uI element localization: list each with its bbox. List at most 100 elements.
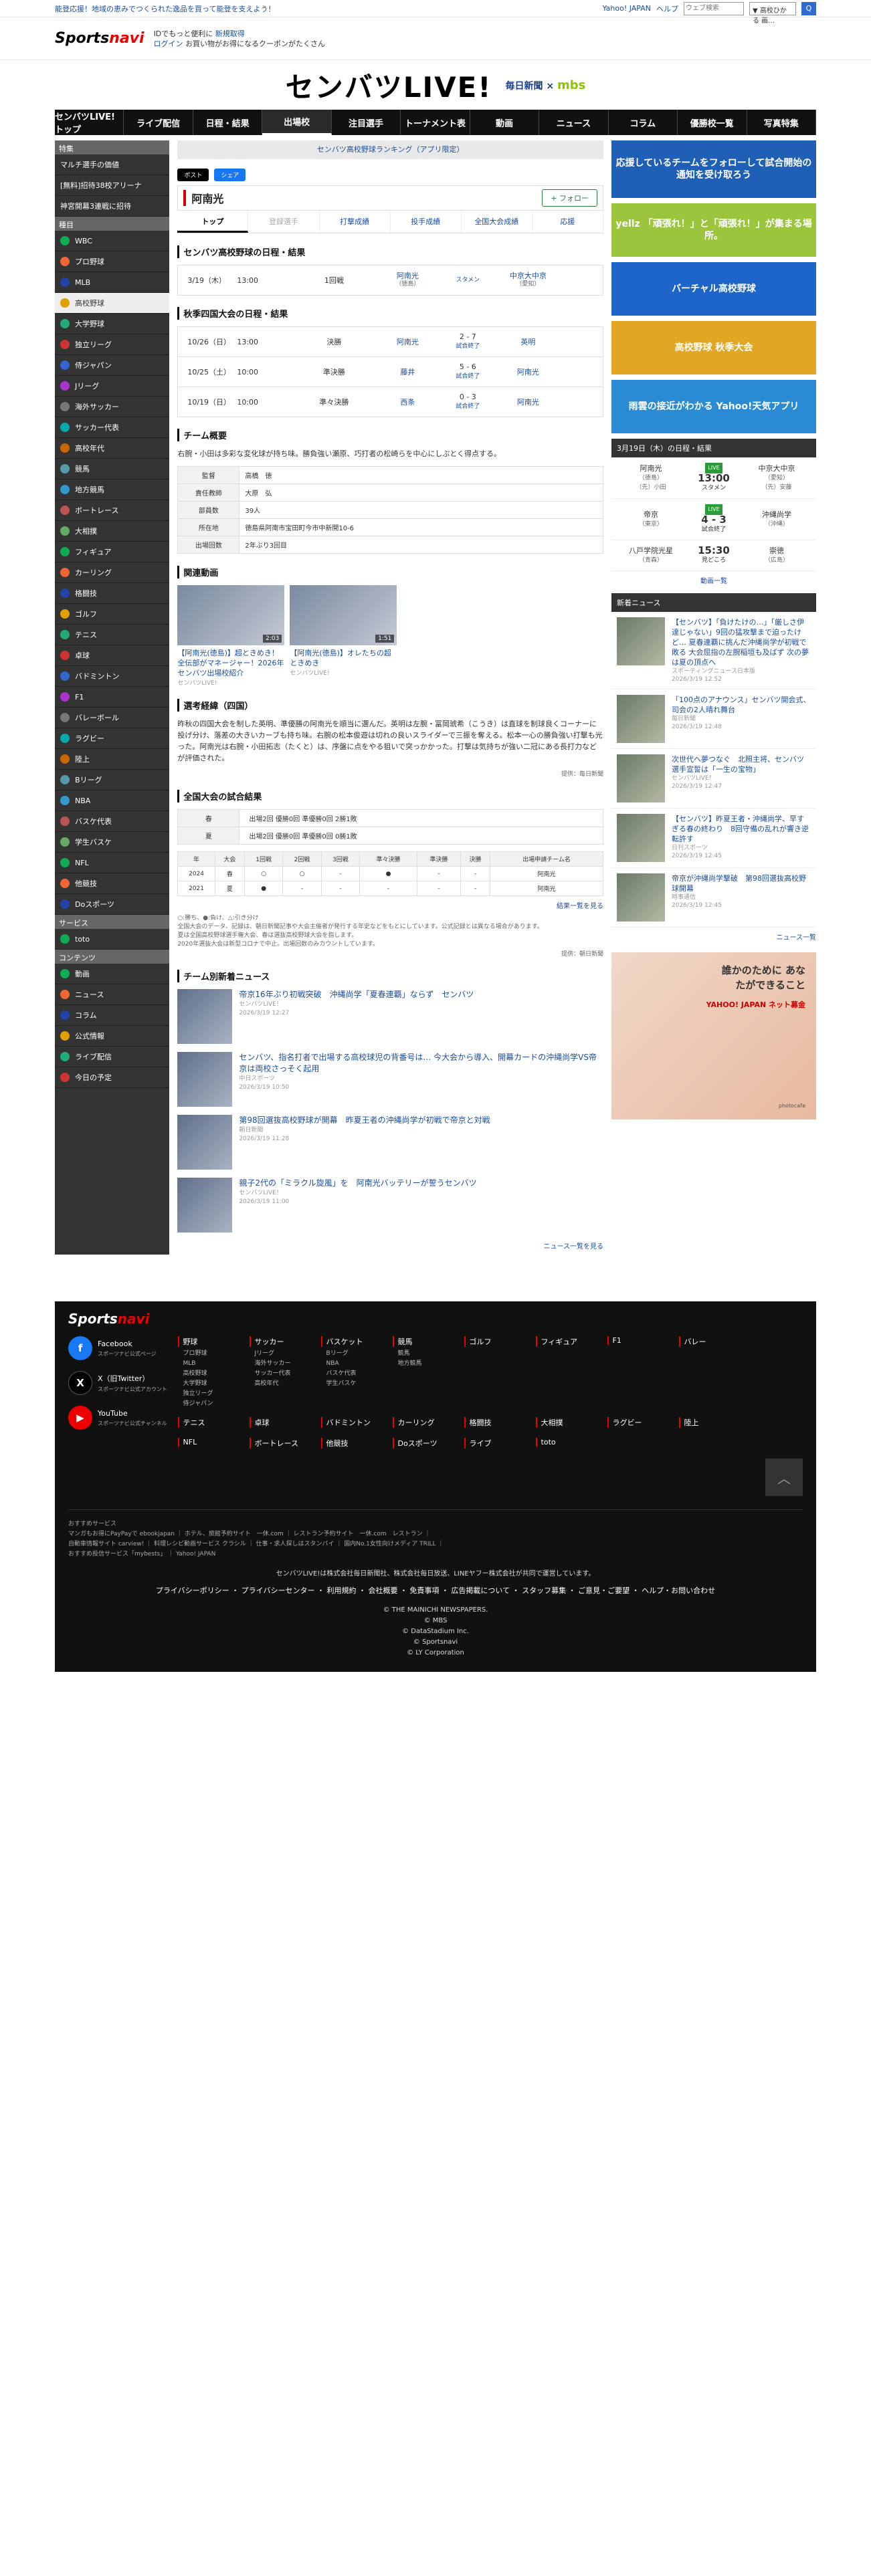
footer-category-sub[interactable]: MLB	[178, 1359, 250, 1369]
tab-item[interactable]: 全国大会成績	[462, 211, 533, 233]
sidebar-item[interactable]: テニス	[55, 625, 170, 645]
sidebar-item[interactable]: Doスポーツ	[55, 894, 170, 915]
gnav-item[interactable]: 日程・結果	[193, 110, 263, 135]
sidebar-item[interactable]: Jリーグ	[55, 376, 170, 397]
sidebar-item[interactable]: toto	[55, 929, 170, 950]
footer-category-sub[interactable]: サッカー代表	[250, 1369, 321, 1379]
right-home-team[interactable]: 八戸学院光星 （青森）	[621, 546, 681, 565]
search-scope-select[interactable]: ▼ 高校ひかる 画…	[749, 1, 796, 25]
news-more-link[interactable]: ニュース一覧を見る	[177, 1241, 604, 1251]
social-link[interactable]: ▶ YouTube スポーツナビ公式チャンネル	[68, 1406, 178, 1430]
right-game-row[interactable]: 八戸学院光星 （青森） 15:30 見どころ 崇徳 （広島）	[611, 540, 816, 571]
sidebar-item[interactable]: マルチ選手の価値	[55, 154, 170, 175]
sidebar-item[interactable]: [無料]招待38校アリーナ	[55, 175, 170, 196]
right-news-title[interactable]: 「100点のアナウンス」センバツ開会式、司会の2人晴れ舞台	[672, 695, 811, 715]
gnav-item[interactable]: コラム	[609, 110, 678, 135]
yahoo-link[interactable]: Yahoo! JAPAN	[602, 4, 651, 13]
footer-category-title[interactable]: 陸上	[678, 1417, 751, 1428]
footer-category-sub[interactable]: 学生バスケ	[321, 1379, 393, 1389]
footer-category-sub[interactable]: 大学野球	[178, 1379, 250, 1389]
sidebar-item[interactable]: バレーボール	[55, 708, 170, 728]
sidebar-item[interactable]: 卓球	[55, 645, 170, 666]
news-thumbnail[interactable]	[177, 1178, 233, 1232]
senbatsu-live-logo[interactable]: センバツLIVE!	[286, 65, 492, 106]
right-news-item[interactable]: 「100点のアナウンス」センバツ開会式、司会の2人晴れ舞台 毎日新聞 2026/3/…	[611, 689, 816, 749]
sidebar-item[interactable]: NBA	[55, 790, 170, 811]
sidebar-item[interactable]: 高校野球	[55, 293, 170, 314]
share-x-button[interactable]: ポスト	[177, 169, 209, 181]
history-more-link[interactable]: 結果一覧を見る	[177, 900, 603, 910]
gnav-item[interactable]: 動画	[470, 110, 540, 135]
sportsnavi-logo[interactable]: Sportsnavi	[55, 30, 144, 47]
away-team[interactable]: 英明	[498, 338, 558, 346]
sidebar-item[interactable]: 今日の予定	[55, 1067, 170, 1088]
sidebar-item[interactable]: コラム	[55, 1005, 170, 1026]
sidebar-item[interactable]: 公式情報	[55, 1026, 170, 1047]
right-news-thumbnail[interactable]	[617, 873, 665, 922]
sidebar-item[interactable]: ライブ配信	[55, 1047, 170, 1067]
register-link[interactable]: 新規取得	[215, 29, 245, 38]
home-team[interactable]: 阿南光	[377, 338, 438, 346]
game-row[interactable]: 10/25（土） 10:00 準決勝 藤井 5 - 6 試合終了 阿南光	[177, 356, 603, 387]
game-score[interactable]: 0 - 3 試合終了	[438, 393, 498, 411]
news-thumbnail[interactable]	[177, 989, 233, 1044]
game-score[interactable]: スタメン	[438, 276, 498, 285]
social-link[interactable]: f Facebook スポーツナビ公式ページ	[68, 1336, 178, 1360]
footer-category-title[interactable]: 他競技	[320, 1438, 393, 1448]
video-title[interactable]: 【阿南光(徳島)】超ときめき！全伝部がマネージャー！2026年センバツ出場校紹介	[177, 648, 284, 678]
sidebar-item[interactable]: 学生バスケ	[55, 832, 170, 853]
login-link[interactable]: ログイン	[154, 39, 183, 48]
right-news-item[interactable]: 【センバツ】「負けたけの…」「厳しさ伊達じゃない」9回の猛攻撃まで迫ったけど… …	[611, 612, 816, 689]
footer-category-title[interactable]: ゴルフ	[464, 1336, 536, 1347]
footer-category-title[interactable]: ラグビー	[607, 1417, 679, 1428]
social-link[interactable]: X X（旧Twitter） スポーツナビ公式アカウント	[68, 1371, 178, 1395]
game-row[interactable]: 3/19（木） 13:00 1回戦 阿南光 （徳島） スタメン 中京大中京 （愛知）	[177, 265, 603, 296]
footer-category-title[interactable]: バレー	[678, 1336, 751, 1347]
sidebar-item[interactable]: バドミントン	[55, 666, 170, 687]
right-home-team[interactable]: 阿南光 （徳島） （先）小田	[621, 464, 681, 492]
footer-links[interactable]: プライバシーポリシー ・ プライバシーセンター ・ 利用規約 ・ 会社概要 ・ …	[68, 1585, 803, 1596]
footer-category-sub[interactable]: Bリーグ	[321, 1349, 393, 1359]
gnav-item[interactable]: 優勝校一覧	[678, 110, 747, 135]
sidebar-item[interactable]: 高校年代	[55, 438, 170, 459]
away-team[interactable]: 阿南光	[498, 368, 558, 377]
right-game-row[interactable]: 阿南光 （徳島） （先）小田 LIVE 13:00 スタメン 中京大中京 （愛知） （先）安藤	[611, 457, 816, 499]
video-card[interactable]: 1:51 【阿南光(徳島)】オレたちの超ときめき センバツLIVE!	[290, 585, 397, 687]
sidebar-item[interactable]: ゴルフ	[55, 604, 170, 625]
sidebar-item[interactable]: F1	[55, 687, 170, 708]
footer-category-title[interactable]: toto	[535, 1438, 607, 1446]
right-news-thumbnail[interactable]	[617, 814, 665, 862]
sidebar-item[interactable]: 格闘技	[55, 583, 170, 604]
sidebar-item[interactable]: ラグビー	[55, 728, 170, 749]
sidebar-item[interactable]: 大学野球	[55, 314, 170, 334]
right-news-thumbnail[interactable]	[617, 695, 665, 743]
footer-category-title[interactable]: 競馬	[392, 1336, 464, 1347]
footer-category-title[interactable]: フィギュア	[535, 1336, 607, 1347]
news-item[interactable]: 親子2代の「ミラクル旋風」を 阿南光バッテリーが誓うセンバツ センバツLIVE！ 2…	[177, 1178, 603, 1232]
search-input[interactable]	[684, 1, 744, 15]
sidebar-item[interactable]: ニュース	[55, 984, 170, 1005]
scroll-top-button[interactable]: ︿	[765, 1459, 803, 1496]
right-news-title[interactable]: 【センバツ】「負けたけの…」「厳しさ伊達じゃない」9回の猛攻撃まで迫ったけど… …	[672, 617, 811, 667]
sidebar-item[interactable]: 地方競馬	[55, 479, 170, 500]
news-thumbnail[interactable]	[177, 1052, 233, 1107]
gnav-item[interactable]: 出場校	[262, 110, 332, 135]
right-news-thumbnail[interactable]	[617, 754, 665, 802]
right-away-team[interactable]: 沖縄尚学 （沖縄）	[747, 510, 807, 529]
away-team[interactable]: 阿南光	[498, 398, 558, 407]
news-title[interactable]: 帝京16年ぶり初戦突破 沖縄尚学「夏春連覇」ならず センバツ	[239, 989, 474, 1000]
footer-category-title[interactable]: Doスポーツ	[392, 1438, 464, 1448]
follow-button[interactable]: + フォロー	[542, 189, 597, 207]
home-team[interactable]: 西条	[377, 398, 438, 407]
gnav-item[interactable]: 注目選手	[332, 110, 401, 135]
right-news-more[interactable]: ニュース一覧	[611, 932, 817, 942]
promo-link[interactable]: 能登応援！地域の恵みでつくられた逸品を買って能登を支えよう！	[55, 3, 275, 14]
sidebar-item[interactable]: 大相撲	[55, 521, 170, 542]
right-news-item[interactable]: 帝京が沖縄尚学撃破 第98回選抜高校野球開幕 時事通信 2026/3/19 12:4…	[611, 868, 816, 928]
footer-category-sub[interactable]: 地方競馬	[393, 1359, 464, 1369]
sidebar-item[interactable]: 動画	[55, 964, 170, 984]
footer-category-sub[interactable]: バスケ代表	[321, 1369, 393, 1379]
help-link[interactable]: ヘルプ	[656, 3, 678, 14]
share-facebook-button[interactable]: シェア	[214, 169, 246, 181]
footer-category-sub[interactable]: プロ野球	[178, 1349, 250, 1359]
